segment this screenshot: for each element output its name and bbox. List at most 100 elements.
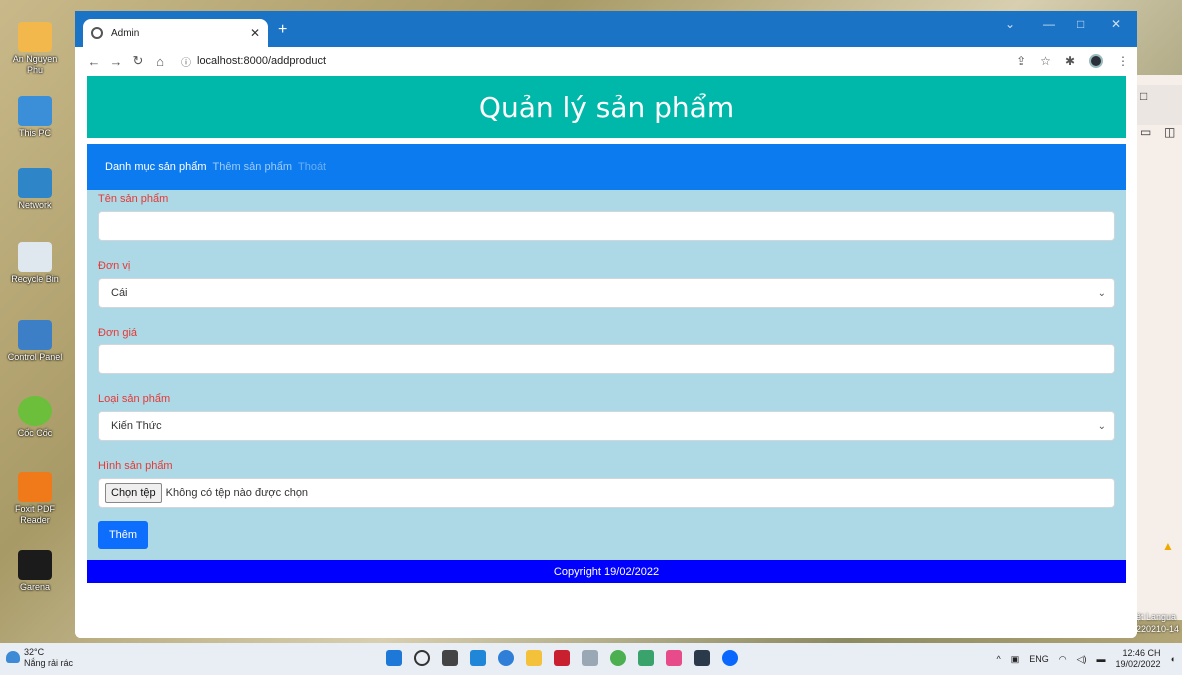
desktop-icon-label: Garena <box>19 582 51 592</box>
desktop-icon-label: Network <box>18 200 52 210</box>
zalo-icon[interactable] <box>722 650 738 666</box>
maximize-icon[interactable]: □ <box>1077 17 1084 31</box>
background-window-text: ệt Langua <box>1136 612 1177 622</box>
panel-icon: ◫ <box>1164 125 1176 139</box>
desktop-icon-label: Recycle Bin <box>11 274 59 284</box>
monitor-icon <box>18 96 52 126</box>
copyright-text: Copyright 19/02/2022 <box>553 565 660 578</box>
control-panel-icon <box>18 320 52 350</box>
nav-product-list[interactable]: Danh mục sản phẩm <box>105 161 207 173</box>
back-icon[interactable]: ← <box>83 54 105 69</box>
temperature: 32°C <box>24 647 45 657</box>
tab-admin[interactable]: Admin ✕ <box>83 19 268 47</box>
desktop-icon-label: Cốc Cốc <box>17 428 53 438</box>
taskbar-apps <box>386 650 750 666</box>
minimize-icon[interactable]: — <box>1043 17 1055 31</box>
desktop-icon-user[interactable]: An Nguyen Phu <box>4 22 66 76</box>
desktop-icon-label: This PC <box>18 128 51 138</box>
address-bar: ← → ↻ ⌂ ⓘ localhost:8000/addproduct ⇪ ☆ … <box>75 47 1137 75</box>
desktop-icon-recycle-bin[interactable]: Recycle Bin <box>4 242 66 285</box>
weather-description: Nắng rải rác <box>24 658 74 668</box>
nav-logout[interactable]: Thoát <box>298 161 326 173</box>
start-icon[interactable] <box>386 650 402 666</box>
desktop-icon-coccoc[interactable]: Cốc Cốc <box>4 396 66 439</box>
desktop-icon-control-panel[interactable]: Control Panel <box>4 320 66 363</box>
product-image-label: Hình sản phẩm <box>98 460 173 472</box>
close-tab-icon[interactable]: ✕ <box>250 26 260 40</box>
desktop-icon-label: An Nguyen Phu <box>12 54 58 75</box>
add-product-submit-button[interactable]: Thêm <box>98 521 148 549</box>
menu-icon[interactable]: ⋮ <box>1117 54 1129 68</box>
wifi-icon[interactable]: ◠ <box>1059 654 1067 665</box>
garena-icon <box>18 550 52 580</box>
recycle-bin-icon <box>18 242 52 272</box>
price-input[interactable] <box>98 344 1115 374</box>
product-name-input[interactable] <box>98 211 1115 241</box>
share-icon[interactable]: ⇪ <box>1016 54 1026 68</box>
forward-icon[interactable]: → <box>105 54 127 69</box>
camera-icon: ▭ <box>1140 125 1152 139</box>
chevron-down-icon: ⌄ <box>1097 287 1106 299</box>
weather-icon[interactable] <box>6 651 20 663</box>
profile-avatar[interactable] <box>1089 54 1103 68</box>
search-icon[interactable] <box>414 650 430 666</box>
file-explorer-icon[interactable] <box>526 650 542 666</box>
page-footer: Copyright 19/02/2022 <box>87 560 1126 583</box>
thumbs-up-icon: ▲ <box>1162 539 1174 553</box>
task-view-icon[interactable] <box>442 650 458 666</box>
foxit-pdf-icon <box>18 472 52 502</box>
unit-selected-value: Cái <box>111 287 128 299</box>
nav-add-product[interactable]: Thêm sản phẩm <box>213 161 292 173</box>
home-icon[interactable]: ⌂ <box>149 54 171 69</box>
keyboard-icon[interactable]: ▣ <box>1011 654 1020 665</box>
page-title: Quản lý sản phẩm <box>478 90 735 124</box>
tab-search-icon[interactable]: ⌄ <box>1005 17 1015 31</box>
product-type-select[interactable]: Kiến Thức ⌄ <box>98 411 1115 441</box>
unit-select[interactable]: Cái ⌄ <box>98 278 1115 308</box>
desktop-icon-this-pc[interactable]: This PC <box>4 96 66 139</box>
page-header: Quản lý sản phẩm <box>87 76 1126 138</box>
url-field[interactable]: ⓘ localhost:8000/addproduct <box>181 54 1002 69</box>
edge-icon[interactable] <box>498 650 514 666</box>
battery-icon[interactable]: ▬ <box>1097 654 1106 664</box>
taskbar: 32°C Nắng rải rác ^ ▣ ENG ◠ ◁) ▬ 12:46 C… <box>0 643 1182 675</box>
chevron-down-icon: ⌄ <box>1097 420 1106 432</box>
product-type-label: Loại sản phẩm <box>98 393 171 405</box>
browser-window: Admin ✕ + ⌄ — □ ✕ ← → ↻ ⌂ ⓘ localhost:80… <box>75 11 1137 638</box>
coccoc-icon <box>18 396 52 426</box>
chrome-icon[interactable] <box>610 650 626 666</box>
reload-icon[interactable]: ↻ <box>127 53 149 69</box>
close-window-icon[interactable]: ✕ <box>1111 17 1121 31</box>
mail-icon[interactable] <box>470 650 486 666</box>
language-indicator[interactable]: ENG <box>1029 654 1049 664</box>
terminal-icon[interactable] <box>694 650 710 666</box>
info-icon[interactable]: ⓘ <box>181 54 191 69</box>
product-name-label: Tên sản phẩm <box>98 193 169 205</box>
spreadsheet-icon[interactable] <box>638 650 654 666</box>
price-label: Đơn giá <box>98 327 138 339</box>
desktop-icon-garena[interactable]: Garena <box>4 550 66 593</box>
product-image-file-input[interactable]: Chọn tệp Không có tệp nào được chọn <box>98 478 1115 508</box>
choose-file-button[interactable]: Chọn tệp <box>105 483 162 503</box>
weather-widget[interactable]: 32°C Nắng rải rác <box>24 647 73 669</box>
extensions-icon[interactable]: ✱ <box>1065 54 1075 68</box>
network-icon <box>18 168 52 198</box>
photos-icon[interactable] <box>582 650 598 666</box>
system-tray: ^ ▣ ENG ◠ ◁) ▬ 12:46 CH 19/02/2022 ◐ <box>986 648 1176 670</box>
tab-title: Admin <box>111 27 140 39</box>
desktop-icon-foxit[interactable]: Foxit PDF Reader <box>4 472 66 526</box>
volume-icon[interactable]: ◁) <box>1077 654 1087 665</box>
chevron-up-icon[interactable]: ^ <box>996 654 1000 664</box>
desktop-icon-label: Control Panel <box>7 352 63 362</box>
page-navbar: Danh mục sản phẩm Thêm sản phẩm Thoát <box>87 144 1126 190</box>
notification-icon[interactable]: ◐ <box>1171 654 1176 664</box>
clock[interactable]: 12:46 CH 19/02/2022 <box>1116 648 1161 670</box>
clock-time: 12:46 CH <box>1122 648 1161 658</box>
bookmark-star-icon[interactable]: ☆ <box>1040 54 1051 68</box>
desktop-icon-network[interactable]: Network <box>4 168 66 211</box>
maximize-icon: □ <box>1140 89 1148 103</box>
app-icon[interactable] <box>666 650 682 666</box>
garena-taskbar-icon[interactable] <box>554 650 570 666</box>
url-text: localhost:8000/addproduct <box>197 55 327 67</box>
new-tab-button[interactable]: + <box>278 21 287 39</box>
